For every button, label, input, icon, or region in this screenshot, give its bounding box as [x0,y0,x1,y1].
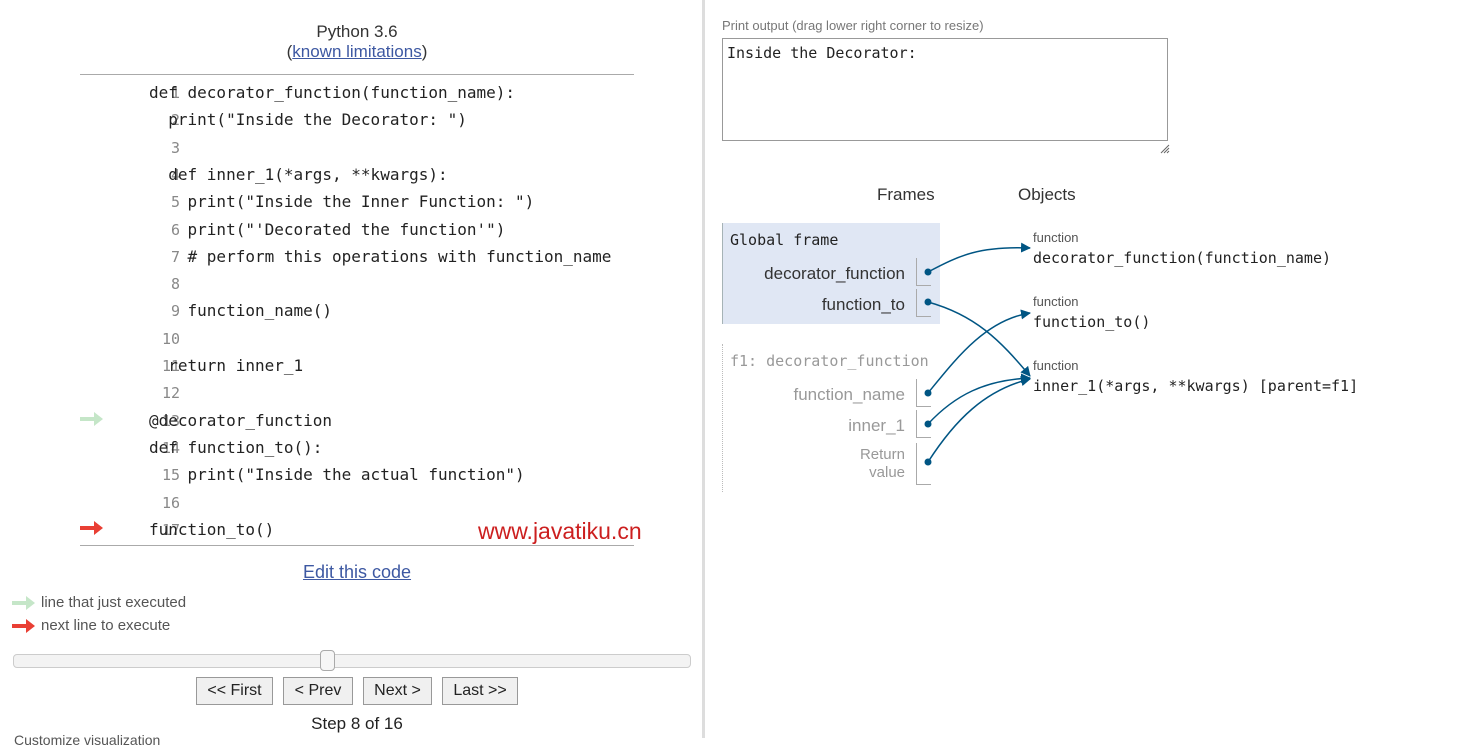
pointer-dot [924,389,932,397]
pointer-dot [924,420,932,428]
pointer-arrows [924,242,1031,466]
pointer-function-to [927,301,1031,377]
pointer-return-value [927,376,1031,463]
pointer-decorator-function [927,242,1031,273]
pointer-dot [924,268,932,276]
pointer-dot [924,298,932,306]
pointer-inner-1 [927,373,1031,425]
pointer-dot [924,458,932,466]
